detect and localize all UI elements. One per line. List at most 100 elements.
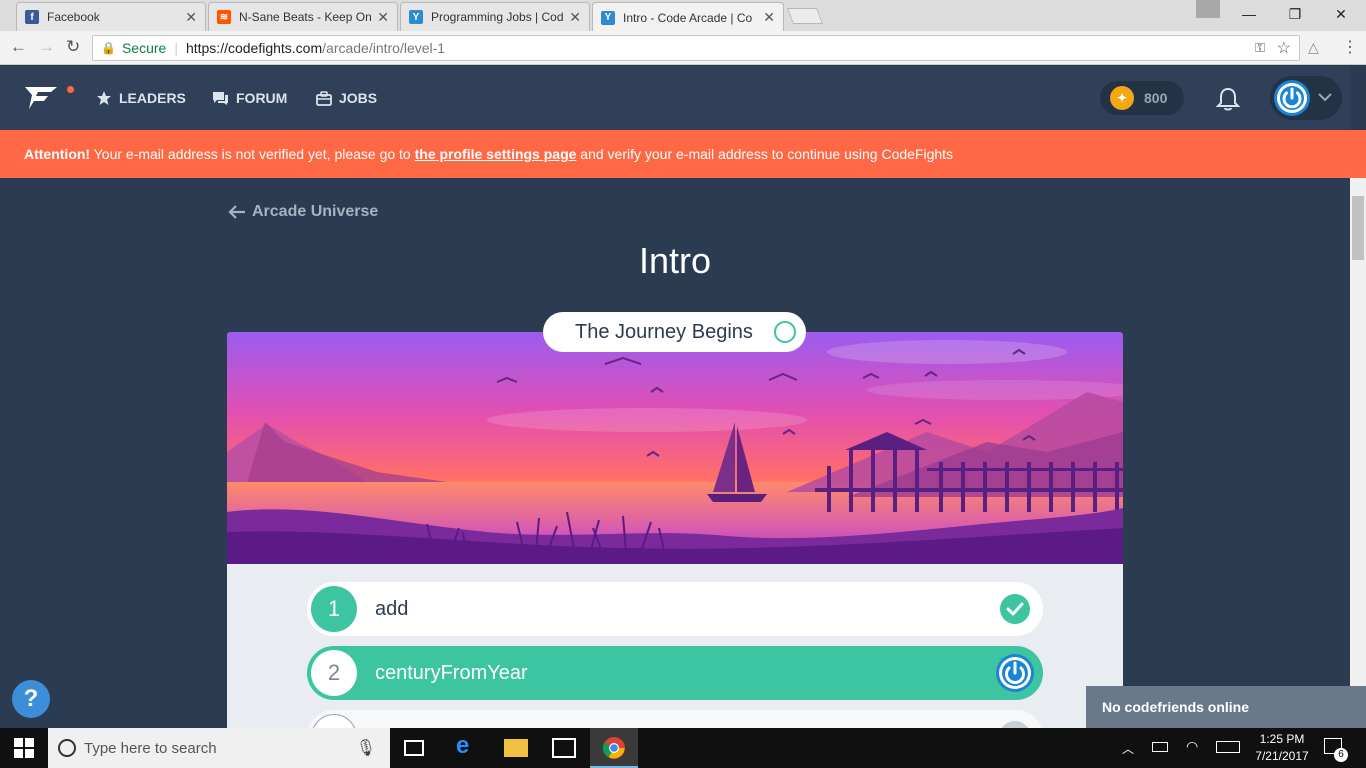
coins-badge[interactable]: ✦ 800	[1100, 81, 1184, 115]
back-label: Arcade Universe	[252, 203, 379, 220]
page-scrollbar[interactable]	[1350, 178, 1366, 728]
scrollbar-thumb[interactable]	[1352, 196, 1364, 260]
cortana-icon	[58, 739, 76, 757]
file-explorer-icon[interactable]	[504, 739, 528, 757]
url-host: https://codefights.com	[185, 40, 323, 56]
key-icon[interactable]: ⚿	[1255, 40, 1265, 56]
chevron-down-icon	[1318, 93, 1332, 102]
notification-dot	[67, 86, 74, 93]
bookmark-star-icon[interactable]: ☆	[1277, 38, 1291, 58]
system-clock[interactable]: 1:25 PM 7/21/2017	[1250, 731, 1314, 765]
close-tab-icon[interactable]: ✕	[377, 9, 389, 26]
bell-icon[interactable]	[1215, 86, 1241, 112]
power-avatar-icon	[996, 654, 1034, 692]
locked-status-icon	[999, 721, 1031, 728]
battery-icon[interactable]	[1152, 742, 1168, 752]
codefights-logo-icon[interactable]	[24, 84, 58, 110]
checkmark-icon	[1000, 594, 1030, 624]
wifi-icon[interactable]: ◠	[1186, 738, 1198, 755]
alert-prefix: Attention!	[24, 146, 91, 162]
windows-taskbar: Type here to search 🎙 e ︿ ◠ 1:25 PM 7/21…	[0, 728, 1366, 768]
chapter-progress-ring-icon	[774, 321, 796, 343]
drive-extension-icon[interactable]: △	[1308, 39, 1319, 56]
task-item-add[interactable]: 1 add	[307, 582, 1043, 636]
nav-forum[interactable]: FORUM	[212, 90, 287, 106]
briefcase-icon	[316, 90, 332, 106]
close-tab-icon[interactable]: ✕	[185, 9, 197, 26]
browser-tab-strip: f Facebook ✕ ≋ N-Sane Beats - Keep On ✕ …	[0, 0, 1366, 32]
email-verification-alert: Attention! Your e-mail address is not ve…	[0, 130, 1366, 178]
keyboard-icon[interactable]	[1216, 741, 1240, 753]
nav-jobs[interactable]: JOBS	[316, 90, 377, 106]
restore-icon[interactable]: ❐	[1272, 0, 1318, 28]
close-tab-icon[interactable]: ✕	[763, 9, 775, 26]
back-link[interactable]: Arcade Universe	[228, 203, 378, 221]
chapter-title-chip[interactable]: The Journey Begins	[543, 312, 806, 352]
chrome-menu-icon[interactable]: ⋮	[1342, 37, 1358, 57]
nav-label: LEADERS	[119, 90, 186, 106]
nav-label: JOBS	[339, 90, 378, 106]
task-item-centuryfromyear[interactable]: 2 centuryFromYear	[307, 646, 1043, 700]
task-number: 2	[311, 650, 357, 696]
reload-icon[interactable]: ↻	[66, 37, 80, 57]
facebook-icon: f	[25, 10, 39, 24]
back-arrow-icon[interactable]: ←	[10, 37, 27, 57]
chat-status: No codefriends online	[1102, 699, 1250, 715]
star-icon	[97, 91, 111, 105]
address-bar[interactable]: 🔒 Secure | https://codefights.com /arcad…	[92, 35, 1300, 61]
task-item-next[interactable]	[307, 710, 1043, 728]
store-icon[interactable]	[552, 738, 576, 758]
task-name: add	[375, 597, 409, 620]
taskbar-search[interactable]: Type here to search 🎙	[48, 728, 390, 768]
divider: |	[174, 40, 178, 56]
coin-icon: ✦	[1110, 86, 1134, 110]
tab-title: Facebook	[47, 10, 100, 24]
chapter-title: The Journey Begins	[575, 320, 753, 343]
new-tab-button[interactable]	[787, 8, 823, 24]
task-number: 1	[311, 586, 357, 632]
forum-icon	[213, 91, 228, 105]
nav-leaders[interactable]: LEADERS	[96, 90, 186, 106]
search-placeholder: Type here to search	[84, 739, 217, 757]
soundcloud-icon: ≋	[217, 10, 231, 24]
task-view-icon[interactable]	[404, 740, 424, 756]
browser-profile-icon[interactable]	[1196, 0, 1220, 18]
forward-arrow-icon[interactable]: →	[38, 37, 55, 57]
chrome-icon	[602, 737, 625, 759]
task-name: centuryFromYear	[375, 661, 528, 684]
profile-settings-link[interactable]: the profile settings page	[415, 146, 577, 162]
windows-start-icon[interactable]	[14, 738, 34, 758]
site-header: LEADERS FORUM JOBS ✦ 800	[0, 66, 1350, 130]
arrow-left-icon	[228, 205, 245, 219]
codefriends-chat-panel[interactable]: No codefriends online	[1086, 686, 1366, 728]
page-title: Intro	[638, 240, 712, 281]
microphone-icon[interactable]: 🎙	[356, 738, 376, 758]
nav-label: FORUM	[236, 90, 288, 106]
browser-tab-programming-jobs[interactable]: Y Programming Jobs | Cod ✕	[400, 2, 590, 31]
browser-tab-soundcloud[interactable]: ≋ N-Sane Beats - Keep On ✕	[208, 2, 398, 31]
main-content: Arcade Universe Intro The Journey Begins…	[0, 178, 1350, 728]
close-window-icon[interactable]: ✕	[1318, 0, 1364, 28]
help-button[interactable]: ?	[12, 680, 50, 718]
browser-tab-intro-active[interactable]: Y Intro - Code Arcade | Co ✕	[592, 2, 784, 32]
avatar	[1274, 80, 1310, 116]
secure-label: Secure	[121, 40, 167, 56]
coins-count: 800	[1144, 90, 1168, 106]
tray-chevron-up-icon[interactable]: ︿	[1122, 740, 1134, 757]
edge-icon[interactable]: e	[456, 732, 480, 759]
chrome-taskbar-button[interactable]	[590, 728, 638, 768]
minimize-icon[interactable]: —	[1226, 0, 1272, 28]
task-number-empty	[311, 714, 357, 728]
profile-menu[interactable]	[1270, 76, 1342, 120]
tab-title: N-Sane Beats - Keep On	[239, 10, 372, 24]
lock-icon: 🔒	[101, 41, 116, 55]
url-path: /arcade/intro/level-1	[322, 40, 446, 56]
codefights-icon: Y	[409, 10, 423, 24]
browser-toolbar: ← → ↻ 🔒 Secure | https://codefights.com …	[0, 31, 1366, 65]
task-list: 1 add 2 centuryFromYear	[227, 564, 1123, 728]
tab-title: Intro - Code Arcade | Co	[623, 10, 753, 25]
chapter-illustration	[227, 332, 1123, 564]
close-tab-icon[interactable]: ✕	[569, 9, 581, 26]
browser-tab-facebook[interactable]: f Facebook ✕	[16, 2, 206, 31]
alert-text: Your e-mail address is not verified yet,…	[90, 146, 415, 162]
